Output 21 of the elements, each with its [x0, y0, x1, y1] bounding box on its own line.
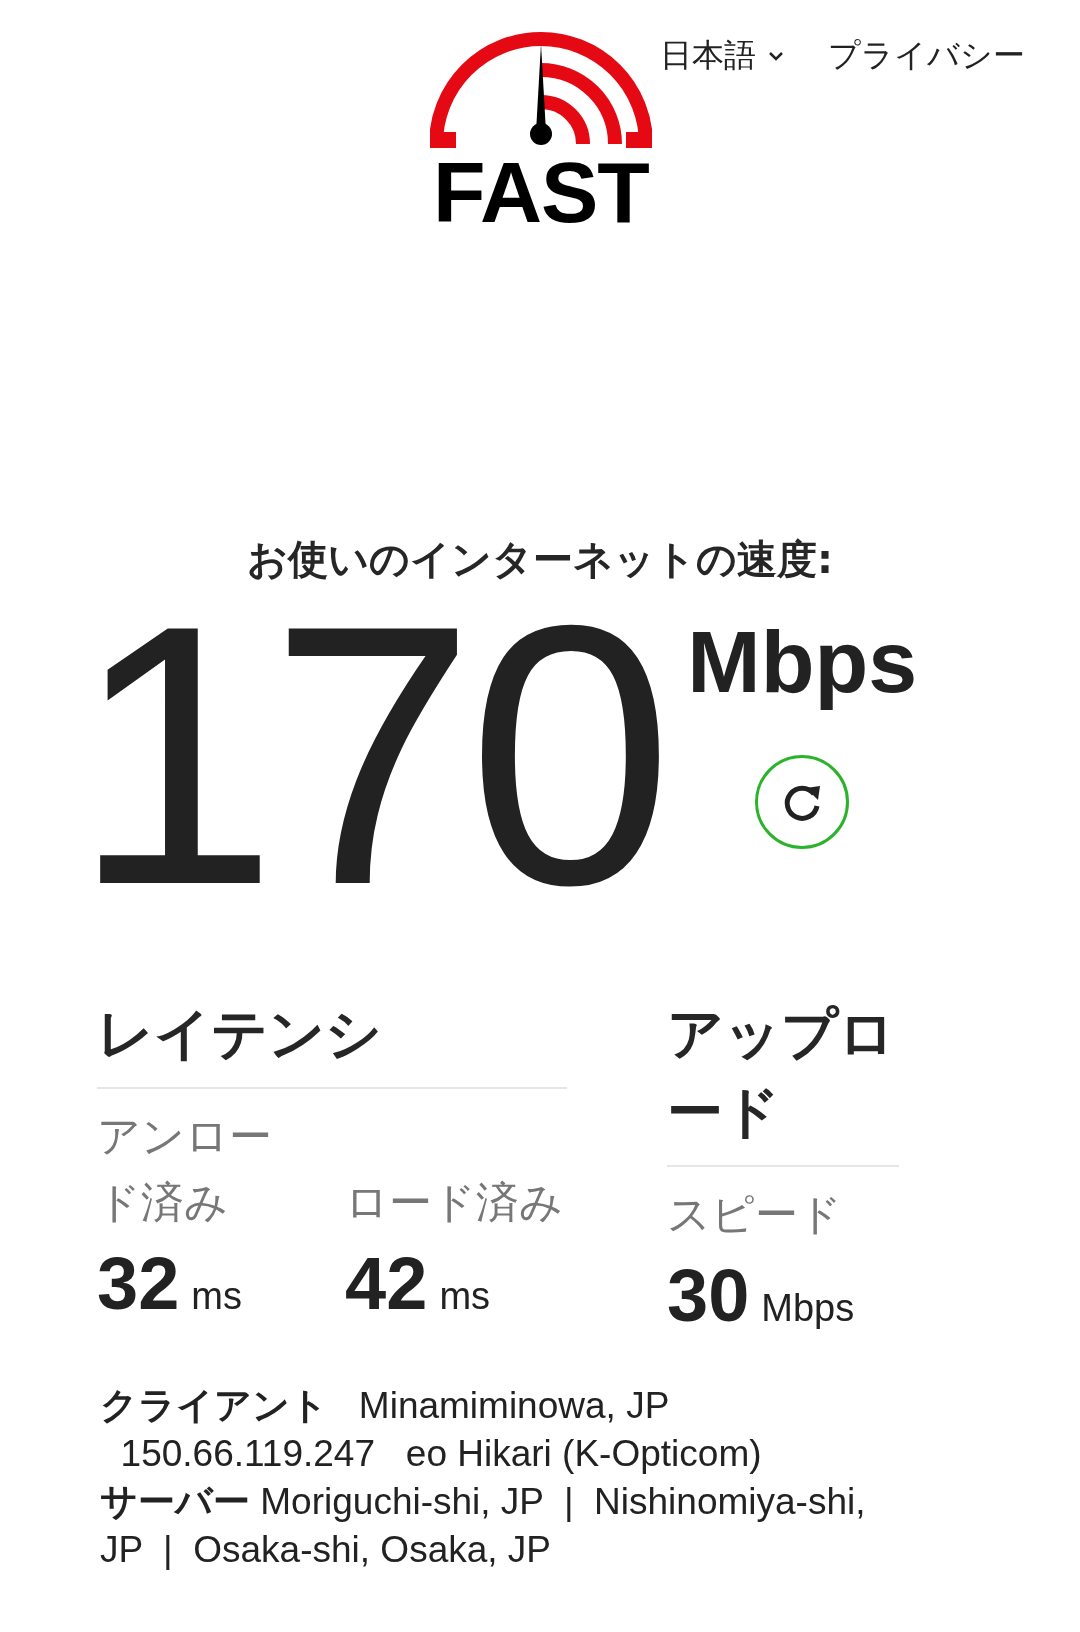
metric-value: 30	[667, 1253, 750, 1338]
server-info: サーバー Moriguchi-shi, JP | Nishinomiya-shi, JP | Osaka-shi, Osaka, JP	[100, 1479, 867, 1572]
logo-text: FAST	[433, 152, 649, 232]
chevron-down-icon	[768, 51, 784, 61]
speed-value: 170	[72, 595, 666, 915]
section-title: レイテンシ	[97, 995, 567, 1089]
language-selector[interactable]: 日本語	[660, 34, 784, 78]
metric-label: ロード済み	[345, 1176, 564, 1229]
speed-unit: Mbps	[687, 611, 918, 713]
metric-unit: ms	[191, 1275, 242, 1318]
speed-title: お使いのインターネットの速度:	[246, 535, 834, 584]
metric-value: 42	[345, 1241, 428, 1326]
privacy-link[interactable]: プライバシー	[828, 34, 1025, 78]
metric-label: スピード	[667, 1188, 842, 1241]
section-title: アップロード	[667, 995, 899, 1167]
metric-label: アンロード済み	[97, 1110, 273, 1229]
metric-unit: Mbps	[761, 1287, 855, 1330]
metric-unit: ms	[439, 1275, 491, 1318]
metric-value: 32	[97, 1241, 180, 1326]
client-info: 150.66.119.247 eo Hikari (K-Opticom)	[119, 1432, 763, 1476]
client-info: クライアント Minamiminowa, JP	[100, 1383, 671, 1429]
